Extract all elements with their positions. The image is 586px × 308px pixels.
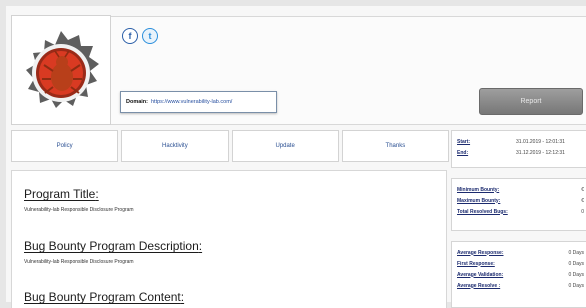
domain-label: Domain: [126,99,148,105]
min-bounty-row: Minimum Bounty: € [457,184,586,195]
resolved-bugs-row: Total Resolved Bugs: 0 [457,206,586,217]
first-response-label: First Response: [457,260,495,267]
tab-update[interactable]: Update [231,130,339,162]
resolved-bugs-value: 0 [581,208,584,215]
dates-panel: Start: 31.01.2019 - 12:01:31 End: 31.12.… [451,130,586,168]
twitter-icon[interactable]: t [142,28,158,44]
avg-validation-value: 0 Days [568,271,584,278]
max-bounty-value: € [581,197,584,204]
max-bounty-label: Maximum Bounty: [457,197,501,204]
bug-gear-icon [26,31,99,108]
response-panel: Average Response: 0 Days First Response:… [451,241,586,308]
tab-hacktivity[interactable]: Hacktivity [121,130,229,162]
end-label: End: [457,149,469,156]
start-row: Start: 31.01.2019 - 12:01:31 [457,136,586,147]
tab-thanks[interactable]: Thanks [341,130,449,162]
section-text: Vulnerability-lab Responsible Disclosure… [24,207,134,213]
domain-field: Domain: https://www.vulnerability-lab.co… [120,91,277,113]
section-title: Bug Bounty Program Description: [24,239,203,253]
section-title: Bug Bounty Program Content: [24,290,185,304]
first-response-row: First Response: 0 Days [457,258,586,269]
tab-policy[interactable]: Policy [11,130,119,162]
bounty-panel: Minimum Bounty: € Maximum Bounty: € Tota… [451,178,586,231]
max-bounty-row: Maximum Bounty: € [457,195,586,206]
avg-resolve-value: 0 Days [568,282,584,289]
avg-response-row: Average Response: 0 Days [457,247,586,258]
start-label: Start: [457,138,471,145]
program-content: Program Title: Vulnerability-lab Respons… [11,170,447,308]
min-bounty-value: € [581,186,584,193]
start-value: 31.01.2019 - 12:01:31 [516,138,565,145]
avg-resolve-label: Average Resolve : [457,282,501,289]
program-logo [11,15,111,125]
social-share: f t [122,28,158,44]
facebook-icon[interactable]: f [122,28,138,44]
avg-response-value: 0 Days [568,249,584,256]
avg-validation-row: Average Validation: 0 Days [457,269,586,280]
avg-validation-label: Average Validation: [457,271,504,278]
report-button[interactable]: Report [479,88,583,115]
resolved-bugs-label: Total Resolved Bugs: [457,208,508,215]
first-response-value: 0 Days [568,260,584,267]
end-row: End: 31.12.2019 - 12:12:31 [457,147,586,158]
domain-link[interactable]: https://www.vulnerability-lab.com/ [151,99,232,105]
section-title: Program Title: [24,187,99,201]
end-value: 31.12.2019 - 12:12:31 [516,149,565,156]
program-tabs: Policy Hacktivity Update Thanks [11,130,449,162]
min-bounty-label: Minimum Bounty: [457,186,500,193]
section-text: Vulnerability-lab Responsible Disclosure… [24,259,134,265]
avg-response-label: Average Response: [457,249,504,256]
avg-resolve-row: Average Resolve : 0 Days [457,280,586,291]
